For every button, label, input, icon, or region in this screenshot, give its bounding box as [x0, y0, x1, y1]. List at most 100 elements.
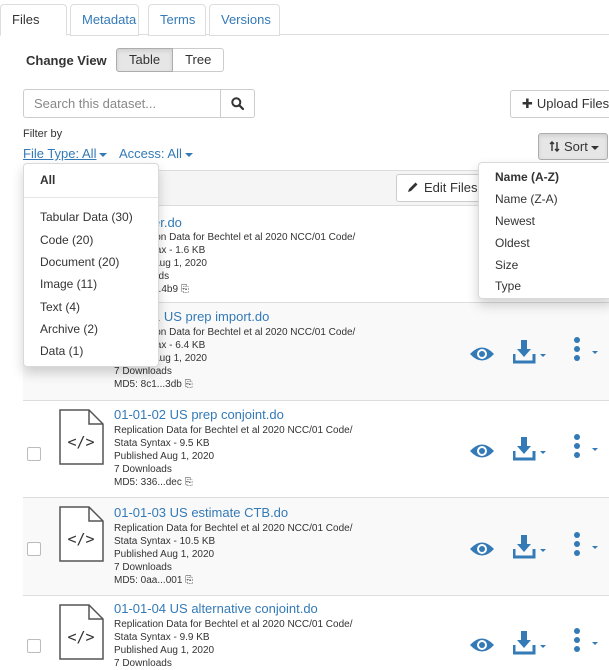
- search-icon: [231, 97, 244, 110]
- sort-icon: [549, 141, 560, 152]
- download-icon[interactable]: [513, 339, 549, 365]
- file-name-link[interactable]: 1 US prep import.do: [153, 309, 269, 324]
- file-name-link[interactable]: 01-01-03 US estimate CTB.do: [114, 505, 288, 520]
- file-md5: ...4b9 ⎘: [153, 284, 189, 295]
- row-checkbox[interactable]: [27, 639, 41, 653]
- file-type-size: tax - 1.6 KB: [153, 245, 206, 256]
- file-type-size: Stata Syntax - 9.9 KB: [114, 632, 210, 643]
- table-view-button[interactable]: Table: [116, 48, 174, 72]
- search-button[interactable]: [221, 89, 255, 118]
- menu-item-archive[interactable]: Archive (2): [40, 322, 98, 336]
- edit-files-button[interactable]: Edit Files: [396, 174, 486, 202]
- file-downloads: ads: [153, 271, 170, 282]
- tab-label: Files: [12, 12, 40, 27]
- tab-metadata[interactable]: Metadata: [70, 4, 139, 36]
- file-type-size: Stata Syntax - 10.5 KB: [114, 536, 216, 547]
- file-published: Aug 1, 2020: [153, 353, 207, 364]
- file-meta: Replication Data for Bechtel et al 2020 …: [114, 618, 352, 670]
- upload-files-button[interactable]: ✚ Upload Files: [510, 90, 609, 118]
- eye-icon[interactable]: [469, 345, 495, 363]
- file-md5: MD5: 0aa...001 ⎘: [114, 575, 194, 586]
- sort-item-oldest[interactable]: Oldest: [495, 236, 530, 250]
- menu-item-all[interactable]: All: [40, 173, 55, 187]
- file-type-label: File Type: All: [23, 146, 97, 161]
- vertical-ellipsis-icon[interactable]: [571, 627, 603, 657]
- tab-label: Metadata: [82, 12, 137, 27]
- svg-text:</>: </>: [67, 628, 94, 646]
- menu-item-code[interactable]: Code (20): [40, 233, 93, 247]
- file-downloads: 7 Downloads: [114, 562, 172, 573]
- copy-icon[interactable]: ⎘: [185, 379, 193, 390]
- tab-label: Versions: [221, 12, 271, 27]
- caret-down-icon: [99, 152, 108, 157]
- file-downloads: 7 Downloads: [114, 658, 172, 669]
- vertical-ellipsis-icon[interactable]: [571, 433, 603, 463]
- menu-item-text[interactable]: Text (4): [40, 300, 80, 314]
- vertical-ellipsis-icon[interactable]: [571, 336, 603, 366]
- download-icon[interactable]: [513, 630, 549, 656]
- file-description: Replication Data for Bechtel et al 2020 …: [114, 619, 353, 630]
- sort-dropdown-menu: Name (A-Z) Name (Z-A) Newest Oldest Size…: [478, 162, 609, 299]
- table-row: </> 01-01-03 US estimate CTB.do Replicat…: [23, 498, 609, 596]
- file-name-link[interactable]: 01-01-04 US alternative conjoint.do: [114, 601, 318, 616]
- access-label: Access: All: [119, 146, 182, 161]
- file-type-dropdown-menu: All Tabular Data (30) Code (20) Document…: [23, 163, 159, 367]
- row-checkbox[interactable]: [27, 447, 41, 461]
- file-description: ion Data for Bechtel et al 2020 NCC/01 C…: [153, 327, 356, 338]
- tree-view-button[interactable]: Tree: [173, 48, 225, 72]
- menu-item-document[interactable]: Document (20): [40, 255, 119, 269]
- tab-terms[interactable]: Terms: [148, 4, 206, 36]
- row-checkbox[interactable]: [27, 542, 41, 556]
- edit-files-label: Edit Files: [424, 180, 478, 195]
- sort-item-newest[interactable]: Newest: [495, 214, 535, 228]
- table-row: </> 01-01-02 US prep conjoint.do Replica…: [23, 401, 609, 498]
- copy-icon[interactable]: ⎘: [185, 477, 193, 488]
- file-tabs: Files Metadata Terms Versions: [0, 0, 609, 36]
- file-type-size: Stata Syntax - 9.5 KB: [114, 438, 210, 449]
- svg-text:</>: </>: [67, 530, 94, 548]
- eye-icon[interactable]: [469, 442, 495, 460]
- file-meta-bottom: 7 Downloads MD5: 8c1...3db ⎘: [114, 365, 193, 391]
- filter-by-label: Filter by: [23, 128, 63, 140]
- pencil-icon: [408, 182, 418, 192]
- download-icon[interactable]: [513, 534, 549, 560]
- vertical-ellipsis-icon[interactable]: [571, 531, 603, 561]
- menu-divider: [24, 197, 158, 198]
- eye-icon[interactable]: [469, 636, 495, 654]
- access-filter[interactable]: Access: All: [119, 146, 193, 161]
- dataset-search: [23, 89, 255, 118]
- sort-label: Sort: [564, 139, 588, 154]
- copy-icon[interactable]: ⎘: [185, 575, 193, 586]
- sort-item-name-desc[interactable]: Name (Z-A): [495, 192, 558, 206]
- svg-text:</>: </>: [67, 433, 94, 451]
- caret-down-icon: [590, 145, 599, 150]
- file-type-size: tax - 6.4 KB: [153, 340, 206, 351]
- file-name-link[interactable]: 01-01-02 US prep conjoint.do: [114, 407, 284, 422]
- file-type-filter[interactable]: File Type: All: [23, 146, 108, 161]
- sort-button[interactable]: Sort: [538, 133, 608, 160]
- sort-item-type[interactable]: Type: [495, 279, 521, 293]
- copy-icon[interactable]: ⎘: [181, 284, 189, 295]
- download-icon[interactable]: [513, 436, 549, 462]
- file-published: Published Aug 1, 2020: [114, 645, 215, 656]
- menu-item-image[interactable]: Image (11): [40, 277, 97, 291]
- file-code-icon: </>: [59, 409, 104, 465]
- file-downloads: 7 Downloads: [114, 464, 172, 475]
- upload-label: Upload Files: [536, 96, 609, 111]
- file-meta: Replication Data for Bechtel et al 2020 …: [114, 522, 352, 587]
- tab-files[interactable]: Files: [0, 4, 67, 36]
- sort-item-name-asc[interactable]: Name (A-Z): [495, 170, 559, 184]
- file-md5: MD5: 8c1...3db ⎘: [114, 379, 193, 390]
- eye-icon[interactable]: [469, 540, 495, 558]
- menu-item-tabular[interactable]: Tabular Data (30): [40, 210, 133, 224]
- tab-versions[interactable]: Versions: [209, 4, 280, 36]
- menu-item-data[interactable]: Data (1): [40, 344, 83, 358]
- change-view-label: Change View: [26, 53, 107, 68]
- file-meta: ion Data for Bechtel et al 2020 NCC/01 C…: [153, 326, 355, 365]
- sort-item-size[interactable]: Size: [495, 258, 518, 272]
- search-input[interactable]: [23, 89, 221, 118]
- file-published: Aug 1, 2020: [153, 258, 207, 269]
- file-meta: ion Data for Bechtel et al 2020 NCC/01 C…: [153, 231, 355, 296]
- table-row: </> 01-01-04 US alternative conjoint.do …: [23, 596, 609, 670]
- file-md5: MD5: 336...dec ⎘: [114, 477, 193, 488]
